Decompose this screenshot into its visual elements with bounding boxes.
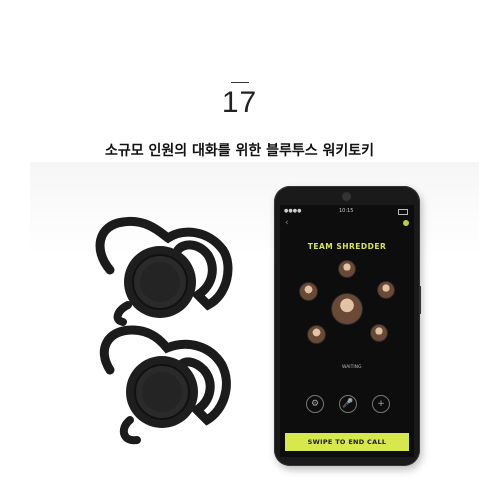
- settings-icon[interactable]: ⚙: [306, 395, 324, 413]
- back-chevron-icon[interactable]: ‹: [285, 218, 289, 228]
- microphone-icon[interactable]: 🎤: [339, 395, 357, 413]
- status-bar: ●●●● 10:15: [280, 208, 414, 216]
- avatar[interactable]: [307, 325, 326, 344]
- avatar[interactable]: [370, 324, 388, 342]
- waiting-label: WAITING: [342, 365, 362, 370]
- article-subtitle: 소규모 인원의 대화를 위한 블루투스 워키토키: [104, 143, 375, 159]
- plus-icon[interactable]: +: [372, 395, 390, 413]
- status-time: 10:15: [339, 208, 354, 214]
- end-call-button[interactable]: SWIPE TO END CALL: [285, 433, 409, 451]
- phone-screen: ●●●● 10:15 ‹ TEAM SHREDDER WAITING ⚙ 🎤 +…: [280, 205, 414, 457]
- title-rule: [231, 82, 249, 83]
- earbud-bottom: [99, 325, 231, 445]
- earbud-top: [95, 216, 233, 326]
- phone-side-button: [419, 286, 421, 314]
- avatar[interactable]: [338, 260, 356, 278]
- phone-speaker: [342, 192, 351, 201]
- avatar[interactable]: [331, 293, 363, 325]
- signal-icon: ●●●●: [284, 208, 302, 214]
- avatar[interactable]: [299, 282, 318, 301]
- battery-icon: [398, 209, 408, 215]
- team-name[interactable]: TEAM SHREDDER: [280, 242, 414, 251]
- app-status-icon: [403, 220, 409, 226]
- article-number: 17: [221, 86, 258, 119]
- avatar[interactable]: [377, 281, 395, 299]
- smartphone: ●●●● 10:15 ‹ TEAM SHREDDER WAITING ⚙ 🎤 +…: [274, 186, 421, 466]
